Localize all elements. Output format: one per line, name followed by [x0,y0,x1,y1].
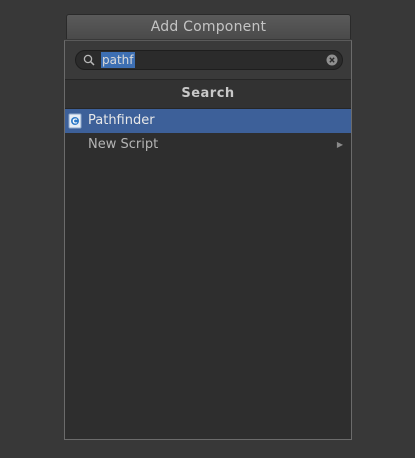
search-query[interactable]: pathf [101,52,135,68]
svg-text:C: C [72,118,77,126]
search-icon [83,54,95,66]
list-item-new-script[interactable]: New Script ▶ [65,133,351,157]
add-component-popup: pathf Search C Pathfinder New Script ▶ [64,40,352,440]
results-header: Search [65,79,351,109]
results-list: C Pathfinder New Script ▶ [65,109,351,157]
list-item-label: New Script [88,137,159,152]
list-item-label: Pathfinder [88,113,155,128]
search-input[interactable]: pathf [75,50,343,70]
clear-search-icon[interactable] [326,54,338,66]
add-component-button[interactable]: Add Component [66,14,351,39]
submenu-arrow-icon: ▶ [336,140,343,149]
list-item-pathfinder[interactable]: C Pathfinder [65,109,351,133]
search-area: pathf [65,41,351,79]
csharp-script-icon: C [68,113,82,129]
